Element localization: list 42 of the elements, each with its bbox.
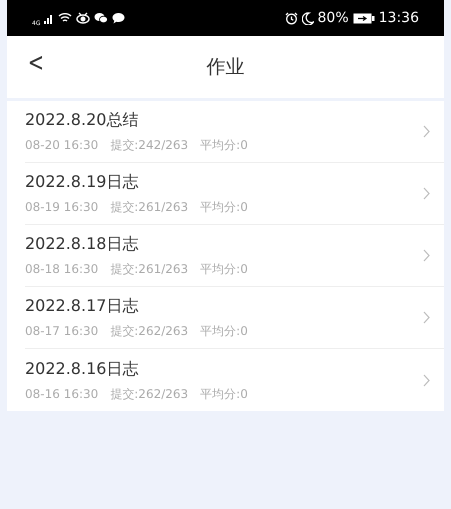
assignment-item[interactable]: 2022.8.16日志 08-16 16:30 提交:262/263 平均分:0	[25, 349, 444, 411]
back-button[interactable]: <	[24, 46, 48, 80]
average-score: 平均分:0	[200, 200, 248, 215]
submission-count: 提交:262/263	[110, 324, 188, 339]
battery-percent: 80%	[318, 8, 349, 28]
average-score: 平均分:0	[200, 138, 248, 153]
due-time: 08-20 16:30	[25, 138, 98, 153]
clock-time: 13:36	[378, 8, 419, 28]
assignment-title: 2022.8.16日志	[25, 358, 140, 378]
submission-count: 提交:262/263	[110, 386, 188, 402]
chevron-right-icon	[423, 125, 430, 138]
signal-icon	[44, 12, 54, 24]
assignment-item[interactable]: 2022.8.19日志 08-19 16:30 提交:261/263 平均分:0	[25, 163, 444, 225]
chevron-right-icon	[423, 374, 430, 386]
assignment-title: 2022.8.17日志	[25, 296, 140, 316]
chevron-right-icon	[423, 187, 430, 200]
chevron-right-icon	[423, 249, 430, 262]
alarm-clock-icon	[284, 12, 298, 24]
battery-charging-icon	[352, 12, 375, 24]
eye-icon	[76, 12, 90, 24]
chat-bubbles-icon	[94, 12, 108, 24]
moon-icon	[302, 12, 314, 24]
due-time: 08-16 16:30	[25, 386, 98, 402]
due-time: 08-17 16:30	[25, 324, 98, 339]
submission-count: 提交:261/263	[110, 262, 188, 277]
chat-bubble-icon	[112, 12, 126, 24]
due-time: 08-18 16:30	[25, 262, 98, 277]
average-score: 平均分:0	[200, 386, 248, 402]
average-score: 平均分:0	[200, 262, 248, 277]
assignment-title: 2022.8.19日志	[25, 172, 140, 192]
average-score: 平均分:0	[200, 324, 248, 339]
due-time: 08-19 16:30	[25, 200, 98, 215]
assignment-item[interactable]: 2022.8.18日志 08-18 16:30 提交:261/263 平均分:0	[25, 225, 444, 287]
wifi-icon	[58, 12, 72, 24]
assignment-title: 2022.8.20总结	[25, 110, 140, 130]
chevron-right-icon	[423, 311, 430, 324]
assignment-title: 2022.8.18日志	[25, 234, 140, 254]
submission-count: 提交:242/263	[110, 138, 188, 153]
page-title: 作业	[206, 54, 244, 80]
assignment-item[interactable]: 2022.8.20总结 08-20 16:30 提交:242/263 平均分:0	[25, 101, 444, 163]
submission-count: 提交:261/263	[110, 200, 188, 215]
assignment-item[interactable]: 2022.8.17日志 08-17 16:30 提交:262/263 平均分:0	[25, 287, 444, 349]
